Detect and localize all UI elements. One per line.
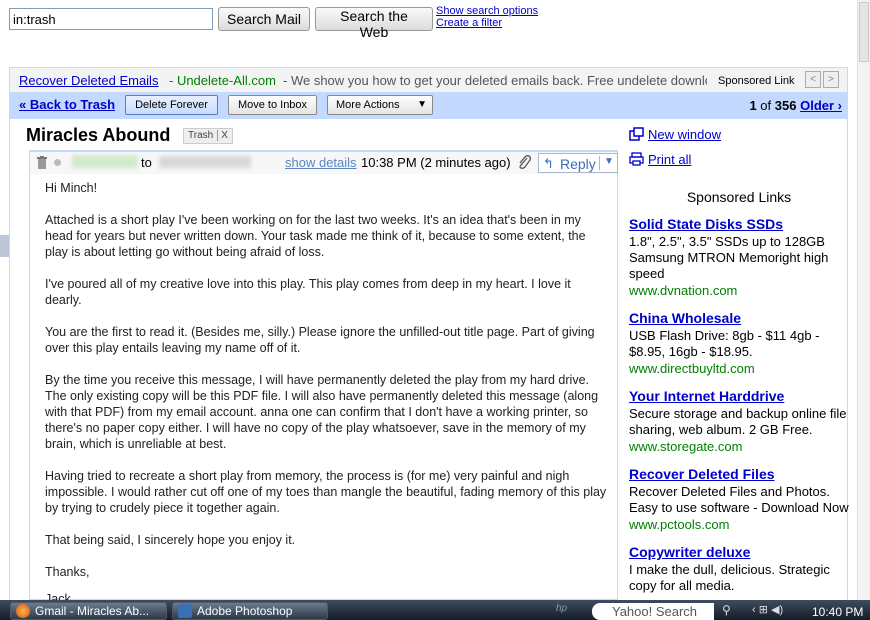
firefox-icon (16, 604, 30, 618)
sponsored-link-label: Sponsored Link (718, 75, 795, 87)
print-all-label: Print all (648, 152, 692, 167)
search-mail-button[interactable]: Search Mail (218, 7, 310, 31)
trash-icon (37, 156, 47, 169)
taskbar-gmail-button[interactable]: Gmail - Miracles Ab... (10, 602, 167, 620)
pager-current: 1 (749, 98, 757, 113)
top-ad-domain: - Undelete-All.com (169, 73, 276, 88)
status-dot-icon (54, 159, 61, 166)
remove-label-button[interactable]: X (217, 130, 228, 141)
message-time: 10:38 PM (2 minutes ago) (361, 155, 511, 170)
search-bar: Search Mail Search the Web Show search o… (0, 0, 870, 62)
taskbar-photoshop-button[interactable]: Adobe Photoshop (172, 602, 328, 620)
top-ad-link[interactable]: Recover Deleted Emails (19, 73, 158, 88)
ad-description: I make the dull, delicious. Strategic co… (629, 562, 830, 593)
reply-button[interactable]: ↰ Reply ▼ (538, 153, 618, 173)
body-paragraph: I've poured all of my creative love into… (45, 277, 571, 307)
ad-title-link[interactable]: China Wholesale (629, 310, 741, 326)
message-toolbar: « Back to Trash Delete Forever Move to I… (9, 92, 848, 119)
trash-label-chip: Trash X (183, 128, 233, 144)
taskbar-photoshop-label: Adobe Photoshop (197, 604, 293, 618)
create-filter-link[interactable]: Create a filter (436, 17, 502, 29)
ad-title-link[interactable]: Your Internet Harddrive (629, 388, 784, 404)
pager-total: 356 (774, 98, 797, 113)
print-all-link[interactable]: Print all (629, 152, 691, 167)
scrollbar-thumb[interactable] (859, 2, 869, 62)
search-input[interactable] (9, 8, 213, 30)
pager-of: of (760, 98, 772, 113)
more-actions-label: More Actions (336, 99, 400, 111)
message-header: to show details 10:38 PM (2 minutes ago)… (30, 152, 618, 174)
body-paragraph: Attached is a short play I've been worki… (45, 213, 586, 259)
body-paragraph: That being said, I sincerely hope you en… (45, 533, 296, 547)
message-subject: Miracles Abound (26, 125, 171, 145)
sponsored-links-title: Sponsored Links (686, 189, 792, 205)
paperclip-icon (519, 155, 531, 169)
more-actions-dropdown[interactable]: More Actions ▼ (327, 95, 433, 115)
ad-prev-button[interactable]: < (805, 71, 821, 88)
show-search-options-link[interactable]: Show search options (436, 5, 538, 17)
sidebar-ad: Recover Deleted Files Recover Deleted Fi… (629, 466, 854, 532)
ad-description: Recover Deleted Files and Photos. Easy t… (629, 484, 849, 515)
to-label: to (141, 155, 152, 170)
ad-description: Secure storage and backup online file sh… (629, 406, 847, 437)
ad-title-link[interactable]: Recover Deleted Files (629, 466, 775, 482)
taskbar-gmail-label: Gmail - Miracles Ab... (35, 604, 150, 618)
reply-label: Reply (560, 156, 596, 172)
sidebar-ad: Solid State Disks SSDs 1.8", 2.5", 3.5" … (629, 216, 854, 298)
sidebar-ad: China Wholesale USB Flash Drive: 8gb - $… (629, 310, 854, 376)
ad-url[interactable]: www.pctools.com (629, 517, 854, 532)
body-paragraph: You are the first to read it. (Besides m… (45, 325, 595, 355)
yahoo-search-box[interactable]: Yahoo! Search (592, 603, 714, 620)
windows-taskbar: Gmail - Miracles Ab... Adobe Photoshop (0, 600, 870, 620)
show-details-link[interactable]: show details (285, 155, 357, 170)
dropdown-caret-icon: ▼ (417, 99, 427, 110)
photoshop-icon (178, 604, 192, 618)
pager: 1 of 356 Older › (749, 98, 842, 113)
ad-url[interactable]: www.dvnation.com (629, 283, 854, 298)
ad-url[interactable]: www.directbuyltd.com (629, 361, 854, 376)
label-name: Trash (188, 130, 214, 141)
left-edge-strip (0, 235, 9, 257)
reply-arrow-icon: ↰ (543, 156, 554, 171)
body-paragraph: Having tried to recreate a short play fr… (45, 469, 607, 515)
printer-icon (629, 152, 644, 166)
back-to-trash-link[interactable]: « Back to Trash (19, 97, 115, 112)
system-tray-icons[interactable]: ‹ ⊞ ◀) (752, 603, 783, 616)
ad-description: USB Flash Drive: 8gb - $11 4gb - $8.95, … (629, 328, 820, 359)
message-body: Hi Minch! Attached is a short play I've … (45, 180, 610, 596)
older-link[interactable]: Older › (800, 98, 842, 113)
message-card: to show details 10:38 PM (2 minutes ago)… (29, 150, 618, 602)
greeting: Hi Minch! (45, 181, 98, 195)
sidebar-ad: Your Internet Harddrive Secure storage a… (629, 388, 854, 454)
body-paragraph: By the time you receive this message, I … (45, 373, 599, 451)
ad-title-link[interactable]: Solid State Disks SSDs (629, 216, 783, 232)
sidebar-ad: Copywriter deluxe I make the dull, delic… (629, 544, 854, 594)
top-ad-text: - We show you how to get your deleted em… (283, 73, 707, 88)
vertical-scrollbar[interactable] (857, 0, 870, 600)
hp-logo-icon: hp (556, 603, 568, 614)
search-web-button[interactable]: Search the Web (315, 7, 433, 40)
reply-separator (599, 156, 600, 170)
recipient-blurred (159, 156, 251, 168)
new-window-icon (629, 127, 644, 141)
ad-description: 1.8", 2.5", 3.5" SSDs up to 128GB Samsun… (629, 234, 829, 281)
search-icon[interactable]: ⚲ (722, 603, 731, 617)
ad-title-link[interactable]: Copywriter deluxe (629, 544, 750, 560)
reply-dropdown-icon[interactable]: ▼ (604, 156, 614, 167)
body-paragraph: Thanks, (45, 565, 90, 579)
ad-url[interactable]: www.storegate.com (629, 439, 854, 454)
new-window-link[interactable]: New window (629, 127, 721, 142)
ad-next-button[interactable]: > (823, 71, 839, 88)
taskbar-clock: 10:40 PM (812, 605, 864, 619)
sender-name-blurred[interactable] (72, 155, 138, 168)
top-sponsored-strip: Recover Deleted Emails - Undelete-All.co… (9, 67, 848, 92)
new-window-label: New window (648, 127, 721, 142)
delete-forever-button[interactable]: Delete Forever (125, 95, 218, 115)
move-to-inbox-button[interactable]: Move to Inbox (228, 95, 317, 115)
